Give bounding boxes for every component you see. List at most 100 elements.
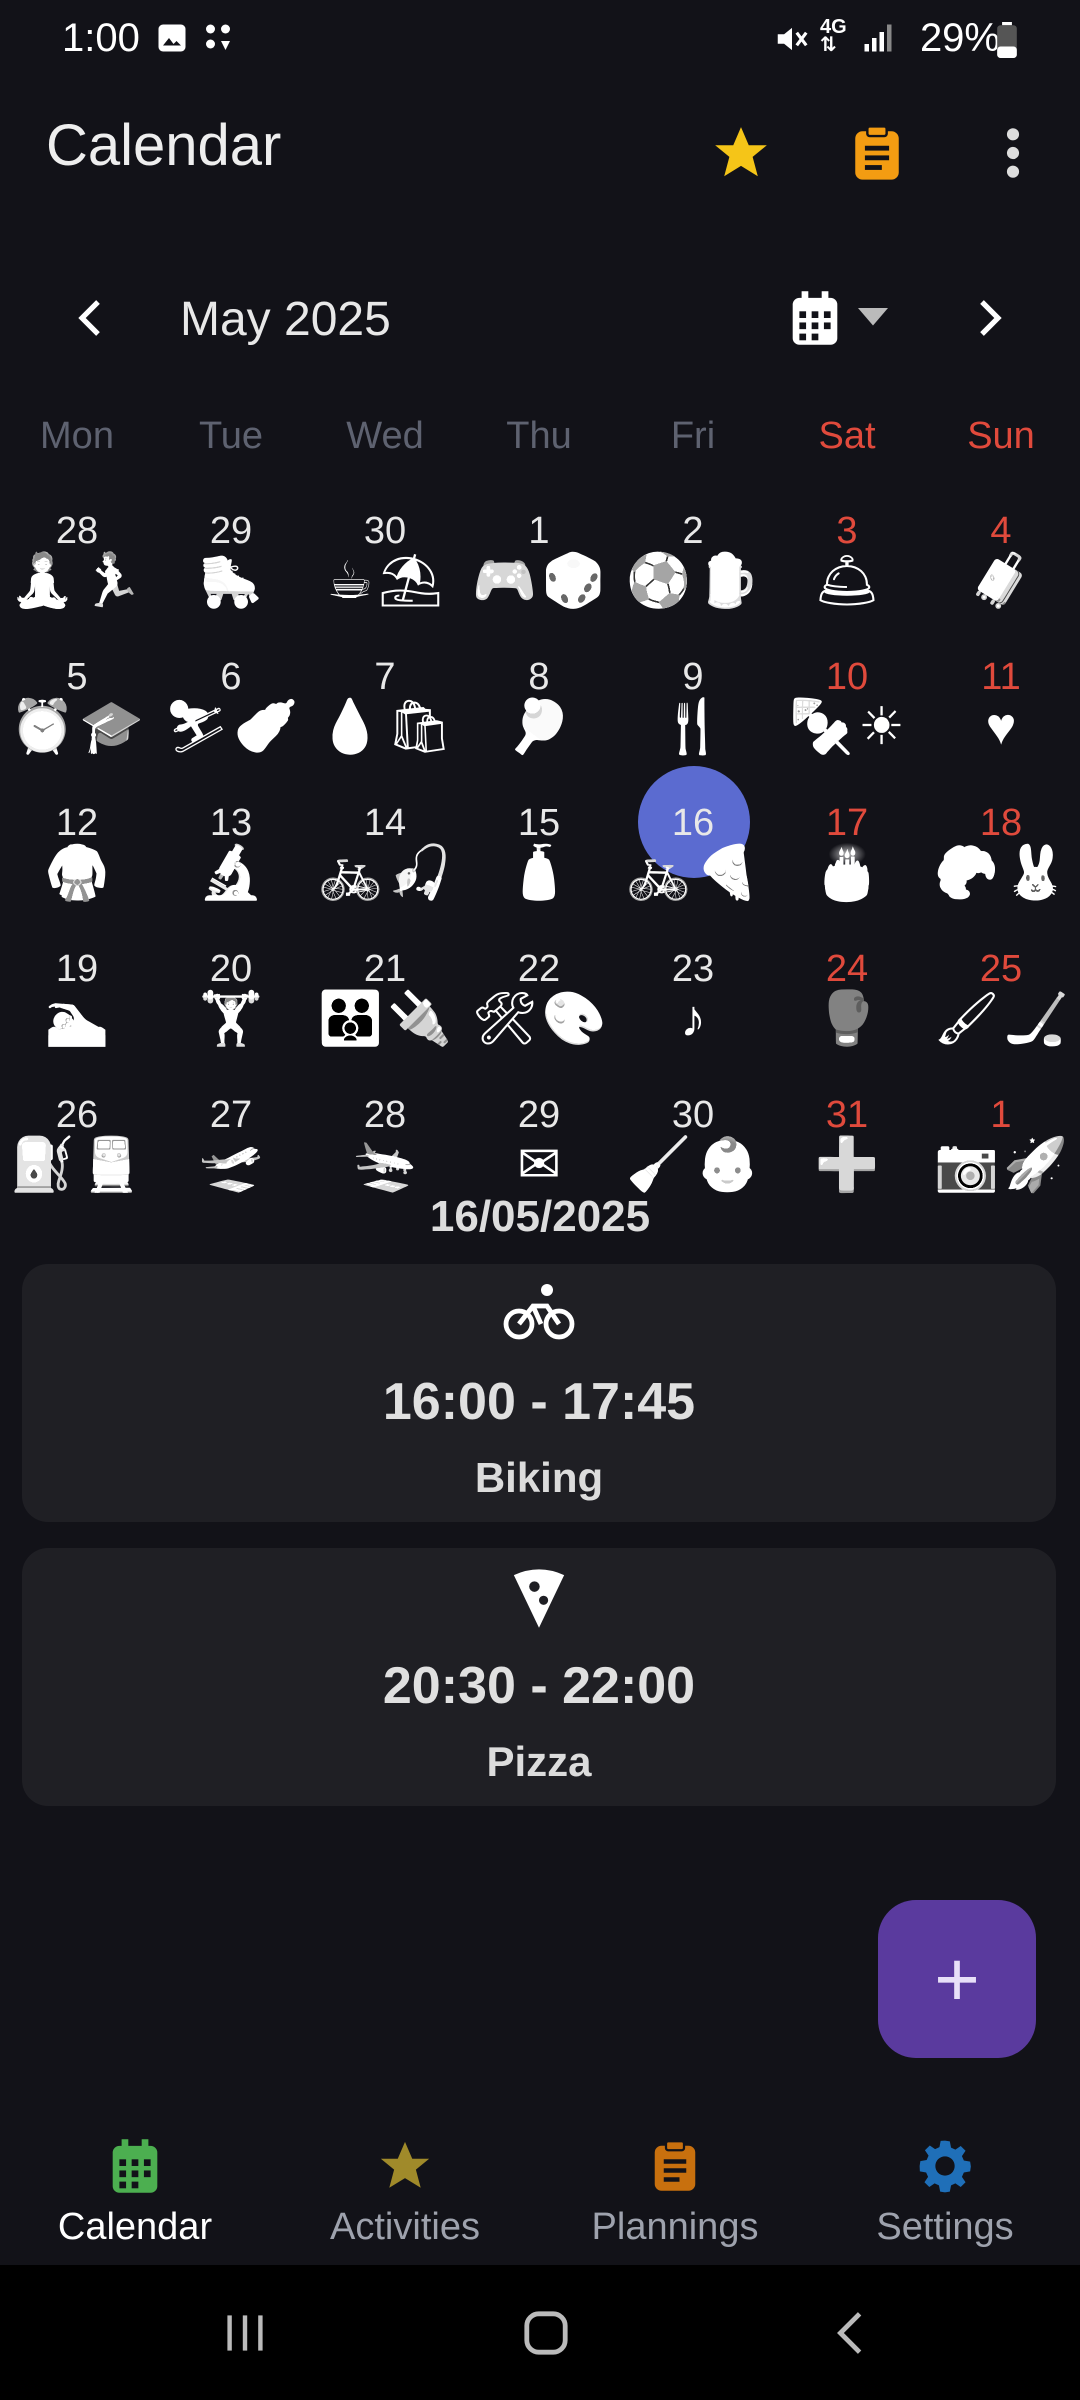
day-number: 29 <box>209 510 253 552</box>
calendar-day-cell[interactable]: 10 🍢 ☀ <box>770 656 924 802</box>
signal-icon <box>860 20 896 61</box>
back-button[interactable] <box>790 2265 910 2400</box>
activity-icon: 🎓 <box>79 698 144 756</box>
activity-icon: ☕ <box>326 552 374 610</box>
pizza-icon <box>22 1566 1056 1644</box>
activity-icon: 🥊 <box>814 990 880 1048</box>
month-label: May 2025 <box>180 293 391 346</box>
more-vertical-icon <box>1006 128 1020 178</box>
day-activity-icons: 💧 🛍 <box>308 696 462 758</box>
calendar-day-cell[interactable]: 15 🧴 <box>462 802 616 948</box>
calendar-day-cell[interactable]: 3 🛎 <box>770 510 924 656</box>
event-card[interactable]: 16:00 - 17:45 Biking <box>22 1264 1056 1522</box>
activity-icon: 🧹 <box>626 1136 691 1194</box>
nav-calendar[interactable]: Calendar <box>0 2090 270 2249</box>
day-number: 19 <box>55 948 99 990</box>
calendar-day-cell[interactable]: 29 🛼 <box>154 510 308 656</box>
day-number: 11 <box>981 656 1021 698</box>
activity-icon: ⚽ <box>626 552 691 610</box>
system-navigation-bar <box>0 2265 1080 2400</box>
day-activity-icons: 🥐 🐰 <box>924 842 1078 904</box>
calendar-day-cell[interactable]: 14 🚲 🎣 <box>308 802 462 948</box>
nav-settings[interactable]: Settings <box>810 2090 1080 2249</box>
plannings-clipboard-button[interactable] <box>842 118 912 188</box>
day-activity-icons: ♪ <box>616 988 770 1050</box>
activity-icon: 🏒 <box>1003 990 1069 1048</box>
activity-icon: 🎨 <box>541 990 607 1048</box>
activity-icon: ⏰ <box>10 698 75 756</box>
activity-icon: 🛠 <box>471 990 538 1048</box>
back-icon <box>837 2311 862 2354</box>
calendar-day-cell[interactable]: 16 🚲 🍕 <box>616 766 770 948</box>
activity-icon: ⛽ <box>10 1136 75 1194</box>
nav-plannings[interactable]: Plannings <box>540 2090 810 2249</box>
activity-icon: 🖌 <box>933 990 1000 1048</box>
star-icon <box>715 127 767 177</box>
calendar-day-cell[interactable]: 23 ♪ <box>616 948 770 1094</box>
event-label: Biking <box>474 1454 604 1501</box>
activity-icon: ♥ <box>985 698 1017 756</box>
day-number: 28 <box>363 1094 407 1136</box>
calendar-day-cell[interactable]: 13 🔬 <box>154 802 308 948</box>
weekday-fri: Fri <box>670 415 716 457</box>
nav-activities[interactable]: Activities <box>270 2090 540 2249</box>
activity-icon: 🔬 <box>198 844 264 902</box>
home-button[interactable] <box>486 2265 606 2400</box>
calendar-day-cell[interactable]: 21 👪 🔌 <box>308 948 462 1094</box>
activities-star-button[interactable] <box>706 118 776 188</box>
clipboard-icon <box>540 2126 810 2206</box>
previous-month-button[interactable] <box>60 288 120 348</box>
day-number: 29 <box>517 1094 561 1136</box>
day-number: 3 <box>836 510 858 552</box>
event-card[interactable]: 20:30 - 22:00 Pizza <box>22 1548 1056 1806</box>
activity-icon: 🧘 <box>10 552 75 610</box>
calendar-day-cell[interactable]: 25 🖌 🏒 <box>924 948 1078 1094</box>
day-number: 1 <box>990 1094 1012 1136</box>
activity-icon: 🍕 <box>695 844 760 902</box>
chevron-left-icon <box>78 300 100 336</box>
next-month-button[interactable] <box>960 288 1020 348</box>
day-activity-icons: 🧳 <box>924 550 1078 612</box>
calendar-day-cell[interactable]: 24 🥊 <box>770 948 924 1094</box>
calendar-day-cell[interactable]: 19 🏊 <box>0 948 154 1094</box>
calendar-day-cell[interactable]: 22 🛠 🎨 <box>462 948 616 1094</box>
calendar-day-cell[interactable]: 30 ☕ ⛱ <box>308 510 462 656</box>
calendar-day-cell[interactable]: 20 🏋 <box>154 948 308 1094</box>
calendar-day-cell[interactable]: 7 💧 🛍 <box>308 656 462 802</box>
calendar-day-cell[interactable]: 5 ⏰ 🎓 <box>0 656 154 802</box>
calendar-day-cell[interactable]: 6 ⛷ 🍼 <box>154 656 308 802</box>
activity-icon: 🏋 <box>198 990 264 1048</box>
activity-icon: 🚲 <box>318 844 383 902</box>
calendar-day-cell[interactable]: 1 🎮 🎲 <box>462 510 616 656</box>
calendar-view-dropdown[interactable] <box>778 288 898 348</box>
activity-icon: 👶 <box>695 1136 760 1194</box>
day-number: 24 <box>825 948 869 990</box>
activity-icon: 🍺 <box>695 552 760 610</box>
calendar-day-cell[interactable]: 8 🏓 <box>462 656 616 802</box>
calendar-day-cell[interactable]: 2 ⚽ 🍺 <box>616 510 770 656</box>
calendar-day-cell[interactable]: 4 🧳 <box>924 510 1078 656</box>
clipboard-icon <box>855 125 899 180</box>
calendar-day-cell[interactable]: 18 🥐 🐰 <box>924 802 1078 948</box>
status-bar: 1:00 4G ⇅ 29% <box>0 0 1080 80</box>
day-number: 7 <box>374 656 396 698</box>
calendar-day-cell[interactable]: 28 🧘 🏃 <box>0 510 154 656</box>
add-event-button[interactable]: + <box>878 1900 1036 2058</box>
event-time: 20:30 - 22:00 <box>382 1657 696 1715</box>
calendar-day-cell[interactable]: 12 🥋 <box>0 802 154 948</box>
day-number: 31 <box>825 1094 869 1136</box>
weekday-sun: Sun <box>967 415 1035 457</box>
day-activity-icons: 🧘 🏃 <box>0 550 154 612</box>
more-options-button[interactable] <box>978 118 1048 188</box>
calendar-day-cell[interactable]: 17 🎂 <box>770 802 924 948</box>
day-activity-icons: ✉ <box>462 1134 616 1196</box>
activity-icon: 🥐 <box>934 844 999 902</box>
day-number: 12 <box>55 802 99 844</box>
day-number: 2 <box>682 510 704 552</box>
recent-apps-button[interactable] <box>185 2265 305 2400</box>
day-number: 25 <box>979 948 1023 990</box>
day-activity-icons: ♥ <box>924 696 1078 758</box>
day-activity-icons: 🛫 <box>154 1134 308 1196</box>
calendar-day-cell[interactable]: 11 ♥ <box>924 656 1078 802</box>
activity-icon: 🚀 <box>1003 1136 1068 1194</box>
